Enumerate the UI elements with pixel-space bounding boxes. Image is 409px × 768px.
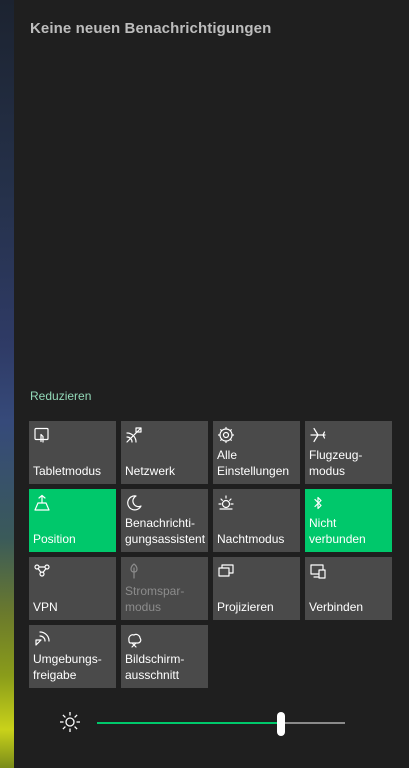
no-notifications-text: Keine neuen Benachrichtigungen xyxy=(30,20,272,37)
network-icon xyxy=(125,426,143,444)
quick-action-gear[interactable]: Alle Einstellungen xyxy=(213,421,300,484)
quick-action-screen-snip[interactable]: Bildschirm- ausschnitt xyxy=(121,625,208,688)
quick-action-battery-saver[interactable]: Stromspar- modus xyxy=(121,557,208,620)
tablet-mode-icon xyxy=(33,426,51,444)
vpn-icon xyxy=(33,562,51,580)
location-icon xyxy=(33,494,51,512)
quick-action-label: Alle Einstellungen xyxy=(217,448,290,478)
collapse-link[interactable]: Reduzieren xyxy=(30,389,91,403)
quick-action-label: Nachtmodus xyxy=(217,532,285,546)
nearby-sharing-icon xyxy=(33,630,51,648)
brightness-slider-thumb[interactable] xyxy=(276,712,285,736)
desktop-wallpaper-edge xyxy=(0,0,14,768)
airplane-icon xyxy=(309,426,327,444)
quick-action-network[interactable]: Netzwerk xyxy=(121,421,208,484)
quick-action-tablet-mode[interactable]: Tabletmodus xyxy=(29,421,116,484)
quick-action-label: Position xyxy=(33,532,76,546)
quick-action-label: VPN xyxy=(33,600,58,614)
project-icon xyxy=(217,562,235,580)
quick-action-label: Verbinden xyxy=(309,600,364,614)
quick-action-connect[interactable]: Verbinden xyxy=(305,557,392,620)
quick-action-label: Umgebungs- freigabe xyxy=(33,652,102,682)
quick-action-label: Bildschirm- ausschnitt xyxy=(125,652,185,682)
brightness-slider-track[interactable] xyxy=(97,722,345,724)
quick-action-airplane[interactable]: Flugzeug- modus xyxy=(305,421,392,484)
quick-action-nearby-sharing[interactable]: Umgebungs- freigabe xyxy=(29,625,116,688)
quick-action-night-light[interactable]: Nachtmodus xyxy=(213,489,300,552)
quick-action-vpn[interactable]: VPN xyxy=(29,557,116,620)
screen-snip-icon xyxy=(125,630,143,648)
action-center-panel: Keine neuen Benachrichtigungen Reduziere… xyxy=(14,0,409,768)
quick-action-label: Nicht verbunden xyxy=(309,516,366,546)
quick-action-label: Tabletmodus xyxy=(33,464,102,478)
quick-action-label: Projizieren xyxy=(217,600,274,614)
connect-icon xyxy=(309,562,327,580)
quick-action-moon[interactable]: Benachrichti- gungsassistent xyxy=(121,489,208,552)
bluetooth-icon xyxy=(309,494,327,512)
quick-action-project[interactable]: Projizieren xyxy=(213,557,300,620)
night-light-icon xyxy=(217,494,235,512)
brightness-icon xyxy=(59,711,81,733)
brightness-slider-fill xyxy=(97,722,281,724)
quick-action-location[interactable]: Position xyxy=(29,489,116,552)
moon-icon xyxy=(125,494,143,512)
gear-icon xyxy=(217,426,235,444)
quick-action-label: Netzwerk xyxy=(125,464,176,478)
battery-saver-icon xyxy=(125,562,143,580)
quick-action-label: Flugzeug- modus xyxy=(309,448,363,478)
quick-action-label: Stromspar- modus xyxy=(125,584,185,614)
quick-action-label: Benachrichti- gungsassistent xyxy=(125,516,206,546)
quick-action-bluetooth[interactable]: Nicht verbunden xyxy=(305,489,392,552)
